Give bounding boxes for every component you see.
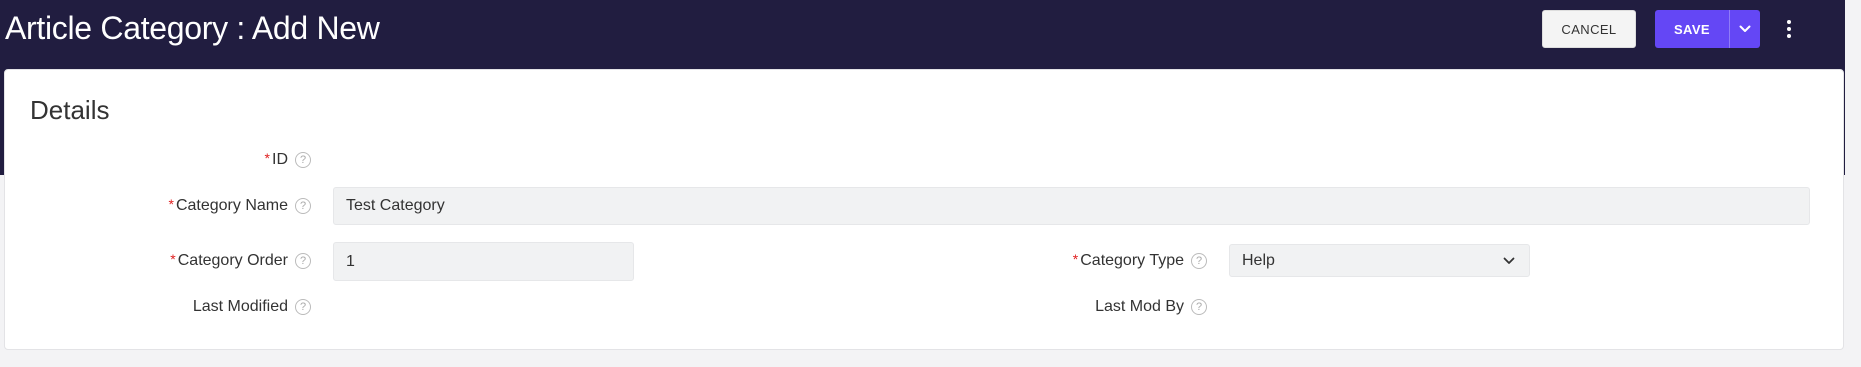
last-modified-label: Last Modified ? [105, 297, 311, 317]
page-title: Article Category : Add New [5, 10, 380, 46]
category-name-label-text: Category Name [175, 197, 288, 214]
category-name-label: * Category Name ? [105, 196, 311, 216]
help-icon[interactable]: ? [1191, 299, 1207, 315]
category-type-label: * Category Type ? [975, 251, 1207, 271]
help-icon[interactable]: ? [295, 198, 311, 214]
category-order-label: * Category Order ? [105, 251, 311, 271]
chevron-down-icon [1739, 25, 1751, 32]
category-order-input[interactable]: 1 [333, 242, 634, 281]
help-icon[interactable]: ? [1191, 253, 1207, 269]
details-card: Details * ID ? * Category Name ? Test Ca… [4, 69, 1844, 350]
save-button-group: SAVE [1655, 10, 1760, 48]
header-actions: CANCEL SAVE [1542, 10, 1796, 48]
id-label-text: ID [272, 151, 288, 168]
category-order-label-text: Category Order [177, 252, 288, 269]
help-icon[interactable]: ? [295, 152, 311, 168]
last-mod-by-label-text: Last Mod By [1095, 298, 1184, 315]
required-marker: * [170, 251, 176, 267]
id-label: * ID ? [165, 150, 311, 170]
help-icon[interactable]: ? [295, 299, 311, 315]
more-vertical-icon[interactable] [1782, 10, 1796, 48]
required-marker: * [264, 150, 270, 166]
save-options-button[interactable] [1729, 10, 1760, 48]
cancel-button[interactable]: CANCEL [1542, 10, 1636, 48]
category-type-label-text: Category Type [1080, 252, 1184, 269]
save-button[interactable]: SAVE [1655, 10, 1729, 48]
category-order-value: 1 [346, 252, 355, 270]
chevron-down-icon [1503, 257, 1515, 264]
help-icon[interactable]: ? [295, 253, 311, 269]
category-type-value: Help [1242, 251, 1275, 269]
last-mod-by-label: Last Mod By ? [975, 297, 1207, 317]
category-name-value: Test Category [346, 197, 445, 214]
section-title: Details [30, 95, 110, 125]
last-modified-label-text: Last Modified [192, 298, 288, 315]
required-marker: * [168, 196, 174, 212]
category-type-select[interactable]: Help [1229, 244, 1530, 277]
category-name-input[interactable]: Test Category [333, 187, 1810, 225]
required-marker: * [1072, 251, 1079, 267]
